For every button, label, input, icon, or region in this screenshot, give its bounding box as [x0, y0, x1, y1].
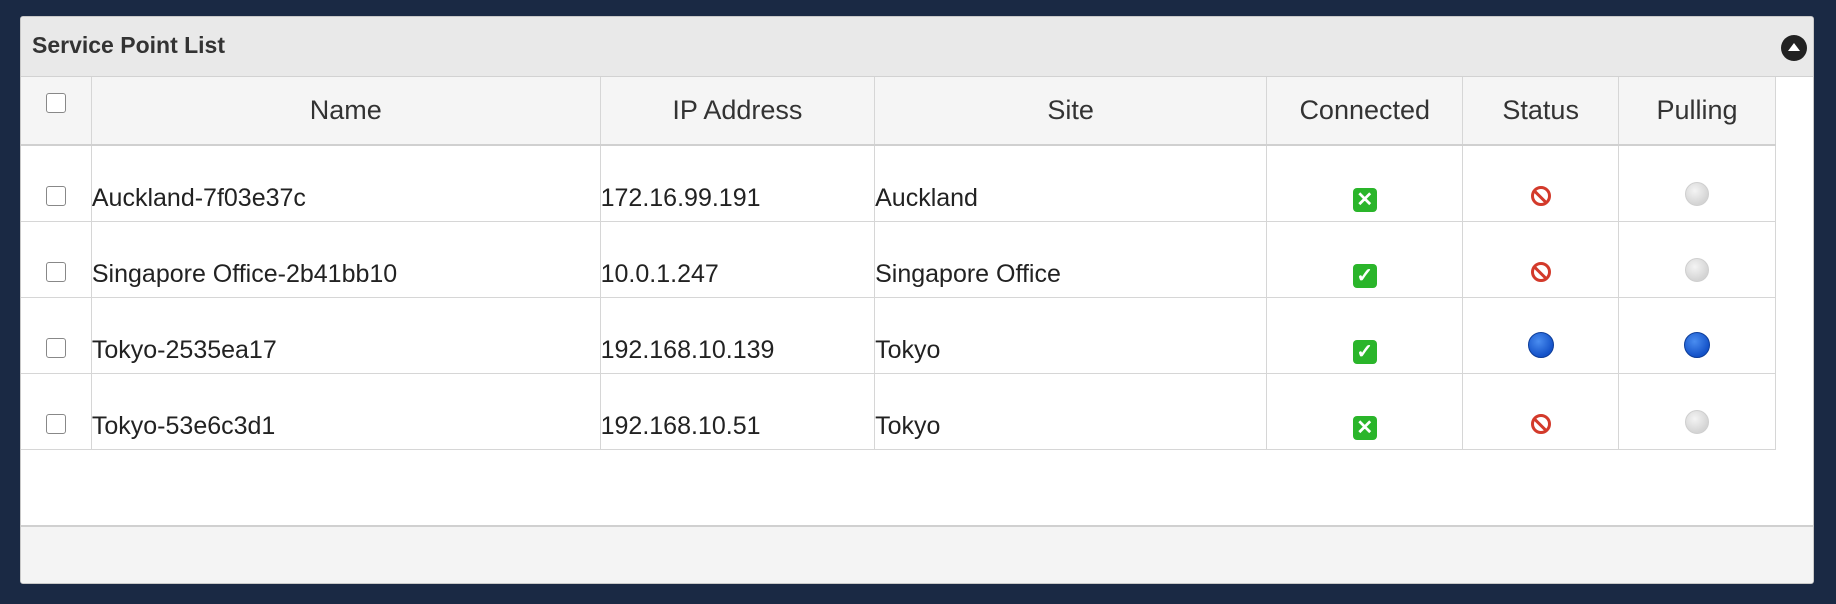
site-cell: Singapore Office — [874, 221, 1268, 298]
panel-header: Service Point List — [21, 17, 1813, 77]
grey-dot-icon — [1685, 409, 1710, 434]
ip-address-cell: 172.16.99.191 — [600, 145, 876, 222]
table-header-row: Name IP Address Site Connected Status Pu… — [21, 77, 1776, 146]
panel-footer — [21, 525, 1813, 583]
connected-cell: ✓ — [1266, 221, 1464, 298]
site-cell: Tokyo — [874, 373, 1268, 450]
select-all-cell — [21, 77, 92, 146]
grey-dot-icon — [1685, 257, 1710, 282]
column-header-connected[interactable]: Connected — [1266, 77, 1464, 146]
row-checkbox[interactable] — [45, 413, 66, 434]
ip-address-cell: 192.168.10.51 — [600, 373, 876, 450]
status-cell — [1462, 297, 1620, 374]
row-select-cell — [21, 221, 92, 298]
connected-cell: ✕ — [1266, 373, 1464, 450]
site-cell: Auckland — [874, 145, 1268, 222]
row-checkbox[interactable] — [45, 185, 66, 206]
service-point-panel: Service Point List Name IP Address Site … — [20, 16, 1814, 584]
row-checkbox[interactable] — [45, 337, 66, 358]
status-cell — [1462, 373, 1620, 450]
row-select-cell — [21, 373, 92, 450]
ip-address-cell: 10.0.1.247 — [600, 221, 876, 298]
connected-cell: ✓ — [1266, 297, 1464, 374]
name-cell: Auckland-7f03e37c — [91, 145, 601, 222]
forbidden-icon — [1530, 413, 1551, 434]
forbidden-icon — [1530, 185, 1551, 206]
service-point-table: Name IP Address Site Connected Status Pu… — [21, 77, 1776, 450]
row-select-cell — [21, 145, 92, 222]
forbidden-icon — [1530, 261, 1551, 282]
grey-dot-icon — [1685, 181, 1710, 206]
x-icon: ✕ — [1352, 187, 1377, 212]
column-header-pulling[interactable]: Pulling — [1618, 77, 1776, 146]
column-header-name[interactable]: Name — [91, 77, 601, 146]
column-header-site[interactable]: Site — [874, 77, 1268, 146]
x-icon: ✕ — [1352, 415, 1377, 440]
pulling-cell — [1618, 145, 1776, 222]
select-all-checkbox[interactable] — [45, 93, 66, 113]
connected-cell: ✕ — [1266, 145, 1464, 222]
panel-title: Service Point List — [32, 32, 226, 58]
row-checkbox[interactable] — [45, 261, 66, 282]
column-header-status[interactable]: Status — [1462, 77, 1620, 146]
column-header-ip-address[interactable]: IP Address — [600, 77, 876, 146]
ip-address-cell: 192.168.10.139 — [600, 297, 876, 374]
blue-dot-icon — [1527, 331, 1554, 358]
table-row[interactable]: Singapore Office-2b41bb10 10.0.1.247 Singa… — [21, 221, 1776, 298]
table-row[interactable]: Tokyo-53e6c3d1 192.168.10.51 Tokyo ✕ — [21, 373, 1776, 450]
blue-dot-icon — [1684, 331, 1711, 358]
name-cell: Singapore Office-2b41bb10 — [91, 221, 601, 298]
check-icon: ✓ — [1352, 263, 1377, 288]
name-cell: Tokyo-53e6c3d1 — [91, 373, 601, 450]
pulling-cell — [1618, 373, 1776, 450]
table-row[interactable]: Tokyo-2535ea17 192.168.10.139 Tokyo ✓ — [21, 297, 1776, 374]
status-cell — [1462, 145, 1620, 222]
site-cell: Tokyo — [874, 297, 1268, 374]
table-row[interactable]: Auckland-7f03e37c 172.16.99.191 Auckland ✕ — [21, 145, 1776, 222]
status-cell — [1462, 221, 1620, 298]
pulling-cell — [1618, 221, 1776, 298]
collapse-icon[interactable] — [1781, 35, 1807, 61]
check-icon: ✓ — [1352, 339, 1377, 364]
name-cell: Tokyo-2535ea17 — [91, 297, 601, 374]
row-select-cell — [21, 297, 92, 374]
pulling-cell — [1618, 297, 1776, 374]
